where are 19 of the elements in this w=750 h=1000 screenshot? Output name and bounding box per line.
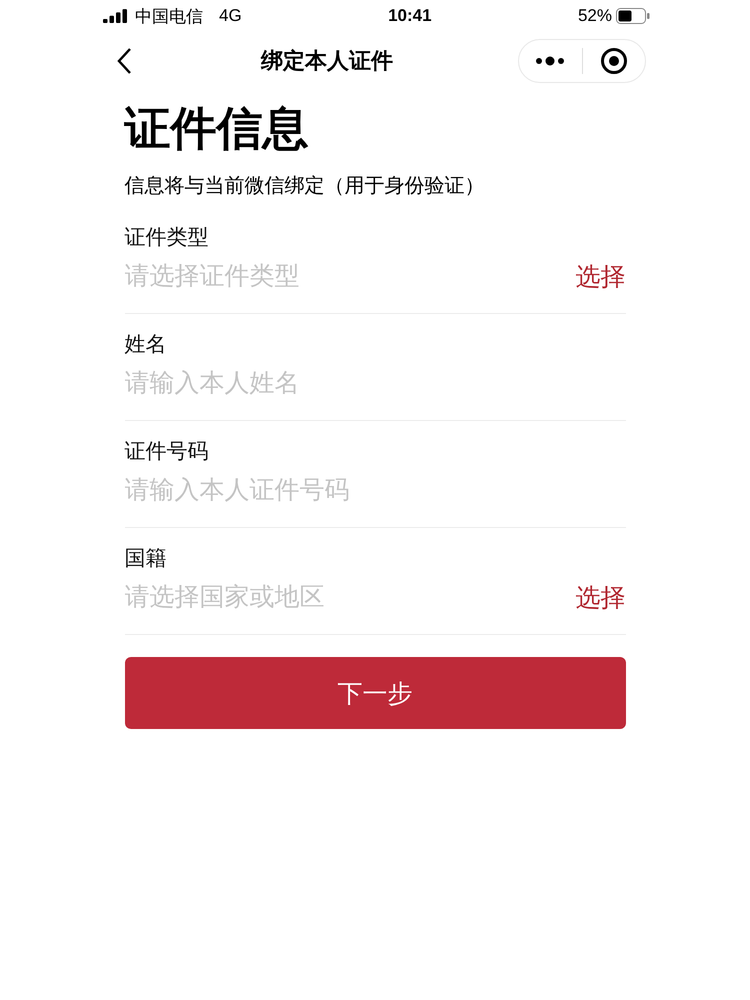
field-label: 国籍: [124, 546, 168, 572]
network-type: 4G: [219, 6, 242, 26]
select-link[interactable]: 选择: [576, 580, 626, 614]
back-icon: [116, 47, 132, 75]
battery-icon: [616, 8, 650, 24]
section-subtitle: 信息将与当前微信绑定（用于身份验证）: [124, 174, 486, 199]
section-heading: 证件信息: [124, 101, 310, 156]
signal-icon: [103, 9, 129, 23]
battery-percent: 52%: [578, 6, 612, 26]
more-icon: [535, 56, 566, 66]
field-label: 证件类型: [124, 225, 210, 251]
field-label: 证件号码: [124, 439, 210, 465]
status-time: 10:41: [388, 6, 432, 26]
carrier-name: 中国电信: [135, 6, 203, 28]
target-icon: [600, 47, 628, 75]
page-title: 绑定本人证件: [261, 47, 393, 75]
field-label: 姓名: [124, 332, 168, 358]
next-button[interactable]: 下一步: [124, 657, 626, 729]
select-link[interactable]: 选择: [576, 260, 626, 292]
